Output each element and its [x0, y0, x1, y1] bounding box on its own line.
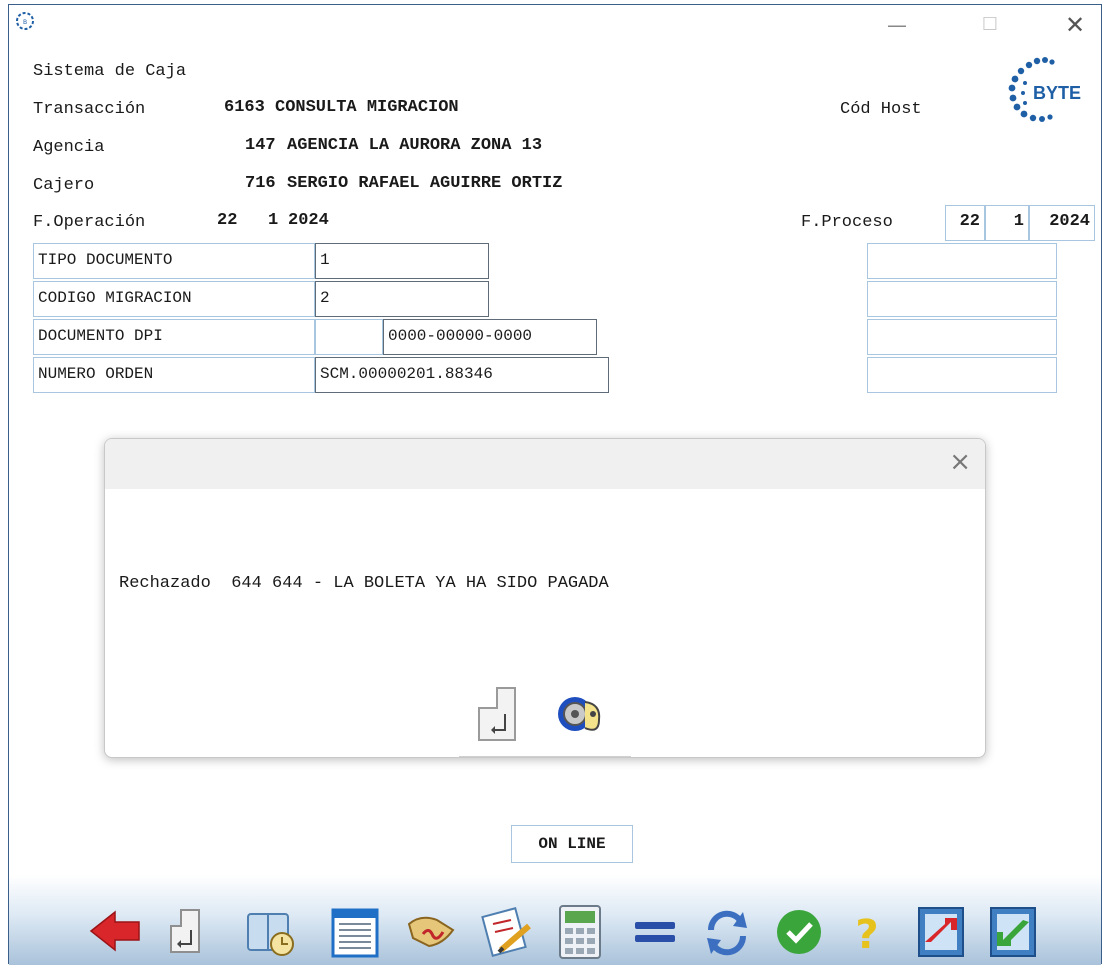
documento-dpi-spacer	[315, 319, 383, 355]
numero-orden-label: NUMERO ORDEN	[33, 357, 315, 393]
dialog-button-divider	[459, 756, 631, 757]
minimize-button[interactable]: —	[874, 5, 920, 45]
book-clock-icon[interactable]	[242, 900, 298, 962]
checklist-pencil-icon[interactable]	[479, 900, 535, 962]
dialog-enter-button[interactable]	[475, 684, 525, 744]
dialog-message-text: 644 644 - LA BOLETA YA HA SIDO PAGADA	[231, 574, 609, 593]
back-arrow-icon[interactable]	[87, 900, 143, 962]
svg-text:?: ?	[855, 912, 878, 958]
agencia-name: AGENCIA LA AURORA ZONA 13	[287, 136, 543, 155]
maximize-button[interactable]: ☐	[967, 5, 1013, 45]
cajero-label: Cajero	[33, 176, 95, 195]
f-operacion-label: F.Operación	[33, 213, 146, 232]
connection-status: ON LINE	[511, 825, 633, 863]
side-box-1	[867, 243, 1057, 279]
cajero-code: 716	[245, 174, 276, 193]
agencia-label: Agencia	[33, 138, 105, 157]
dialog-header: ×	[105, 439, 985, 489]
enter-icon[interactable]	[159, 900, 215, 962]
close-window-button[interactable]: ✕	[1052, 5, 1098, 45]
byte-app-icon: B	[16, 12, 34, 30]
refresh-icon[interactable]	[699, 900, 755, 962]
byte-logo: BYTE	[1008, 57, 1081, 122]
title-bar: B — ☐ ✕	[9, 5, 1101, 45]
calculator-icon[interactable]	[552, 900, 608, 962]
side-box-2	[867, 281, 1057, 317]
codigo-migracion-field[interactable]: 2	[315, 281, 489, 317]
f-proceso-day: 22	[945, 205, 985, 241]
check-icon[interactable]	[771, 900, 827, 962]
rejection-dialog: × Rechazado 644 644 - LA BOLETA YA HA SI…	[104, 438, 986, 758]
codigo-migracion-label: CODIGO MIGRACION	[33, 281, 315, 317]
dialog-key-button[interactable]	[555, 684, 605, 744]
transaccion-label: Transacción	[33, 100, 146, 119]
f-operacion-month: 1	[268, 211, 279, 230]
documento-dpi-field[interactable]: 0000-00000-0000	[383, 319, 597, 355]
side-box-3	[867, 319, 1057, 355]
f-operacion-year: 2024	[288, 211, 329, 230]
equals-icon[interactable]	[627, 900, 683, 962]
agencia-code: 147	[245, 136, 276, 155]
svg-text:BYTE: BYTE	[1033, 83, 1081, 103]
documento-dpi-label: DOCUMENTO DPI	[33, 319, 315, 355]
svg-text:B: B	[23, 19, 27, 26]
dialog-close-button[interactable]: ×	[949, 447, 971, 477]
dialog-message: Rechazado 644 644 - LA BOLETA YA HA SIDO…	[119, 574, 609, 593]
import-icon[interactable]	[985, 900, 1041, 962]
f-proceso-year: 2024	[1029, 205, 1095, 241]
app-window: B — ☐ ✕ BYTE Sistema de Caja Transacción…	[8, 4, 1102, 965]
transaccion-code: 6163	[224, 98, 265, 117]
cajero-name: SERGIO RAFAEL AGUIRRE ORTIZ	[287, 174, 563, 193]
numero-orden-field[interactable]: SCM.00000201.88346	[315, 357, 609, 393]
system-name: Sistema de Caja	[33, 62, 187, 81]
dialog-status-word: Rechazado	[119, 574, 211, 593]
list-document-icon[interactable]	[327, 900, 383, 962]
side-box-4	[867, 357, 1057, 393]
f-proceso-label: F.Proceso	[801, 213, 893, 232]
scroll-signature-icon[interactable]	[403, 900, 459, 962]
tipo-documento-field[interactable]: 1	[315, 243, 489, 279]
cod-host-label: Cód Host	[840, 100, 922, 119]
f-operacion-day: 22	[217, 211, 238, 230]
help-icon[interactable]: ?	[839, 900, 895, 962]
tipo-documento-label: TIPO DOCUMENTO	[33, 243, 315, 279]
f-proceso-month: 1	[985, 205, 1029, 241]
export-icon[interactable]	[913, 900, 969, 962]
transaccion-name: CONSULTA MIGRACION	[275, 98, 459, 117]
